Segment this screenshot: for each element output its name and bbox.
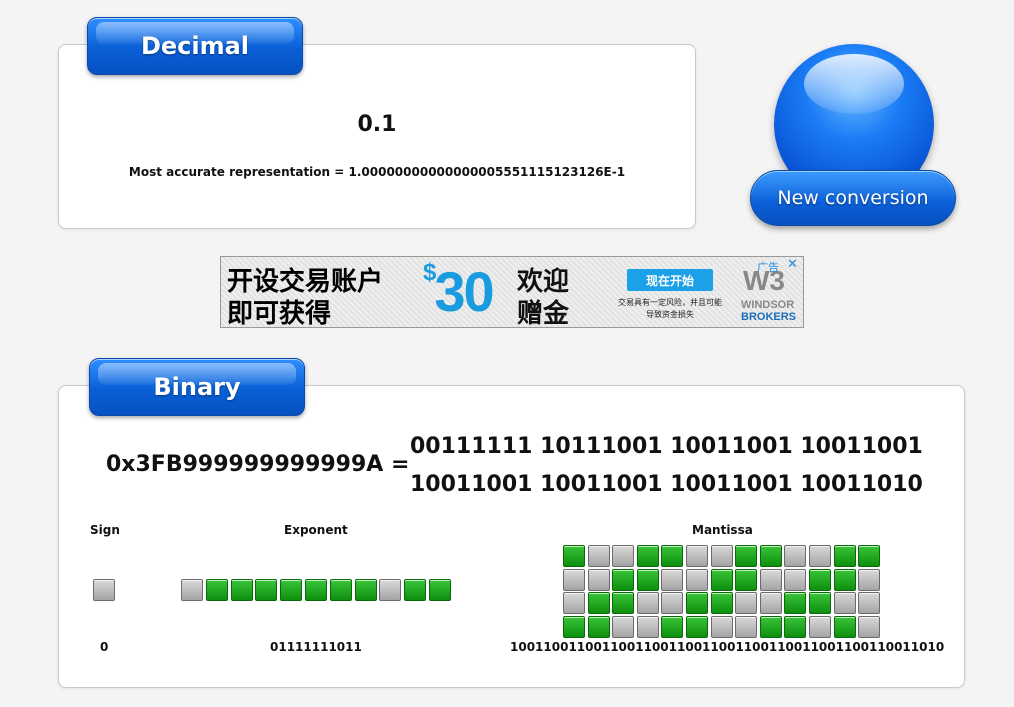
- mantissa-bit[interactable]: [636, 545, 659, 567]
- mantissa-bit[interactable]: [858, 568, 881, 591]
- mantissa-bit[interactable]: [636, 615, 659, 638]
- mantissa-bit[interactable]: [636, 592, 659, 614]
- sign-label: Sign: [90, 523, 120, 537]
- mantissa-bit[interactable]: [686, 545, 708, 567]
- exponent-bit[interactable]: [230, 579, 253, 601]
- mantissa-bit[interactable]: [809, 568, 831, 591]
- mantissa-bit[interactable]: [833, 615, 856, 638]
- mantissa-bit[interactable]: [809, 545, 831, 567]
- mantissa-bit[interactable]: [563, 545, 585, 567]
- ad-currency: $: [423, 259, 436, 286]
- mantissa-bit[interactable]: [587, 545, 610, 567]
- mantissa-bit[interactable]: [784, 615, 807, 638]
- mantissa-bit[interactable]: [759, 615, 782, 638]
- exponent-bit[interactable]: [354, 579, 377, 601]
- mantissa-bit[interactable]: [735, 568, 758, 591]
- ad-cta-button[interactable]: 现在开始: [627, 269, 713, 291]
- ad-amount-value: 30: [434, 260, 494, 323]
- close-icon[interactable]: ✕: [787, 257, 798, 272]
- mantissa-bit[interactable]: [735, 592, 758, 614]
- exponent-bit[interactable]: [255, 579, 278, 601]
- accurate-representation: Most accurate representation = 1.0000000…: [128, 165, 626, 179]
- mantissa-bit[interactable]: [710, 568, 733, 591]
- mantissa-bit[interactable]: [636, 568, 659, 591]
- mantissa-bit[interactable]: [833, 545, 856, 567]
- ad-bonus-2: 赠金: [517, 299, 570, 328]
- brokers-logo-text: BROKERS: [741, 311, 797, 323]
- hex-value: 0x3FB999999999999A =: [106, 452, 410, 477]
- exponent-label: Exponent: [284, 523, 348, 537]
- mantissa-bit[interactable]: [809, 615, 831, 638]
- mantissa-bit[interactable]: [563, 592, 585, 614]
- mantissa-bit[interactable]: [563, 568, 585, 591]
- exponent-bit[interactable]: [429, 579, 451, 601]
- mantissa-bit[interactable]: [858, 592, 881, 614]
- binary-line-2: 10011001 10011001 10011001 10011010: [410, 472, 923, 497]
- binary-tab-label: Binary: [153, 373, 241, 401]
- mantissa-bit[interactable]: [710, 615, 733, 638]
- mantissa-bit[interactable]: [735, 545, 758, 567]
- mantissa-bit[interactable]: [686, 615, 708, 638]
- mantissa-bit[interactable]: [612, 615, 635, 638]
- ad-amount: $30: [423, 259, 495, 324]
- mantissa-bit[interactable]: [612, 545, 635, 567]
- exponent-bit[interactable]: [181, 579, 203, 601]
- mantissa-bit[interactable]: [587, 592, 610, 614]
- mantissa-bit[interactable]: [612, 592, 635, 614]
- mantissa-bit[interactable]: [661, 615, 684, 638]
- decimal-value: 0.1: [357, 112, 397, 137]
- mantissa-bit[interactable]: [661, 592, 684, 614]
- mantissa-bit[interactable]: [710, 545, 733, 567]
- new-conversion-widget: New conversion: [750, 40, 958, 230]
- sign-bits: 0: [100, 640, 109, 654]
- mantissa-bit[interactable]: [784, 568, 807, 591]
- exponent-bit[interactable]: [205, 579, 228, 601]
- exponent-bit[interactable]: [280, 579, 303, 601]
- decimal-tab-label: Decimal: [140, 32, 250, 60]
- mantissa-bit[interactable]: [784, 592, 807, 614]
- binary-tab: Binary: [89, 358, 305, 416]
- binary-line-1: 00111111 10111001 10011001 10011001: [410, 434, 923, 459]
- mantissa-bit[interactable]: [710, 592, 733, 614]
- mantissa-bit[interactable]: [858, 615, 881, 638]
- windsor-logo-text: WINDSOR: [741, 299, 795, 311]
- mantissa-bit[interactable]: [784, 545, 807, 567]
- mantissa-bit[interactable]: [735, 615, 758, 638]
- mantissa-bit[interactable]: [587, 568, 610, 591]
- mantissa-bit[interactable]: [858, 545, 881, 567]
- exponent-bit[interactable]: [379, 579, 402, 601]
- mantissa-bit[interactable]: [833, 592, 856, 614]
- ad-headline-2: 即可获得: [227, 299, 332, 328]
- mantissa-bit[interactable]: [563, 615, 585, 638]
- mantissa-bit[interactable]: [661, 545, 684, 567]
- new-conversion-button[interactable]: New conversion: [750, 170, 956, 226]
- mantissa-bit[interactable]: [809, 592, 831, 614]
- ad-tag: 广告: [757, 261, 779, 274]
- exponent-bit[interactable]: [329, 579, 352, 601]
- mantissa-bit[interactable]: [686, 592, 708, 614]
- ad-risk-text-2: 导致资金损失: [646, 310, 694, 319]
- mantissa-bit[interactable]: [759, 545, 782, 567]
- mantissa-label: Mantissa: [692, 523, 753, 537]
- mantissa-bit[interactable]: [686, 568, 708, 591]
- sign-bit[interactable]: [93, 579, 115, 601]
- mantissa-bit[interactable]: [759, 592, 782, 614]
- exponent-bit[interactable]: [404, 579, 427, 601]
- mantissa-bit[interactable]: [759, 568, 782, 591]
- exponent-bit[interactable]: [305, 579, 327, 601]
- decimal-tab: Decimal: [87, 17, 303, 75]
- ad-banner[interactable]: 开设交易账户 即可获得 $30 欢迎 赠金 现在开始 交易具有一定风险，并且可能…: [220, 256, 804, 328]
- mantissa-bits: 1001100110011001100110011001100110011001…: [510, 640, 945, 654]
- mantissa-bit[interactable]: [612, 568, 635, 591]
- mantissa-bit[interactable]: [661, 568, 684, 591]
- mantissa-bit[interactable]: [833, 568, 856, 591]
- ad-risk-text-1: 交易具有一定风险，并且可能: [618, 298, 722, 307]
- exponent-bits: 01111111011: [270, 640, 362, 654]
- mantissa-bit[interactable]: [587, 615, 610, 638]
